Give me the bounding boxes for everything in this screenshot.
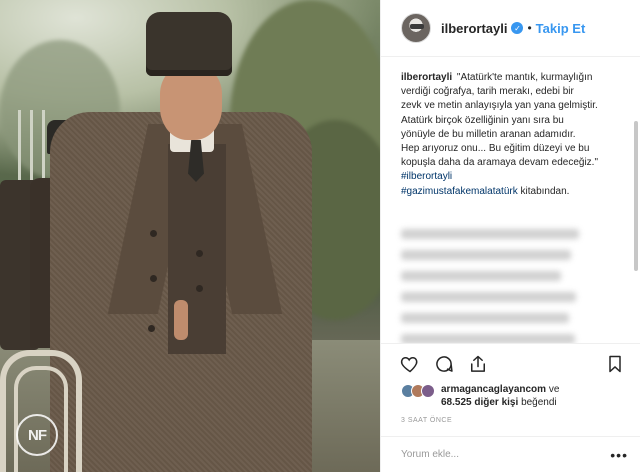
caption-username[interactable]: ilberortayli	[401, 72, 452, 83]
hashtag-link[interactable]: #gazimustafakemalatatürk	[401, 186, 518, 197]
caption-line: zevk ve metin anlayışıyla yan yana gelmi…	[401, 100, 598, 112]
caption-line: Atatürk birçok özelliğinin yanı sıra bu	[401, 114, 564, 126]
comment-box: •••	[381, 436, 640, 472]
comments-scrollbar[interactable]	[634, 121, 638, 271]
post-caption: ilberortayli "Atatürk'te mantık, kurmayl…	[401, 71, 624, 199]
likes-text: armagancaglayancom ve 68.525 diğer kişi …	[441, 383, 559, 409]
more-options-button[interactable]: •••	[610, 447, 628, 463]
likes-count[interactable]: 68.525 diğer kişi	[441, 397, 518, 408]
suit-button	[196, 285, 203, 292]
figure-hand	[174, 300, 188, 340]
hashtag-link[interactable]: #ilberortayli	[401, 170, 624, 184]
avatar	[421, 384, 435, 398]
avatar[interactable]	[401, 13, 431, 43]
share-icon	[471, 355, 485, 372]
share-button[interactable]	[467, 353, 489, 375]
post-side-panel: ilberortayli ✓ • Takip Et ilberortayli "…	[380, 0, 640, 472]
likes-conjunction: ve	[548, 384, 560, 395]
caption-line: verdiği coğrafya, tarih merakı, edebi bi…	[401, 86, 574, 98]
like-button[interactable]	[399, 353, 421, 375]
post-photo[interactable]: NF	[0, 0, 380, 472]
likes-summary: armagancaglayancom ve 68.525 diğer kişi …	[381, 383, 640, 409]
figure-face	[160, 66, 222, 140]
coat-button	[150, 230, 157, 237]
caption-suffix: kitabından.	[520, 185, 570, 197]
post-header: ilberortayli ✓ • Takip Et	[381, 0, 640, 57]
comments-section[interactable]: ilberortayli "Atatürk'te mantık, kurmayl…	[381, 57, 640, 343]
blurred-comment-line	[401, 249, 571, 260]
bookmark-icon	[609, 355, 621, 372]
instagram-post: NF ilberortayli ✓ • Takip Et ilberortayl…	[0, 0, 640, 472]
follow-button[interactable]: Takip Et	[536, 21, 586, 36]
header-username[interactable]: ilberortayli	[441, 21, 507, 36]
caption-line: "Atatürk'te mantık, kurmaylığın	[456, 72, 593, 83]
caption-line: kopuşla daha da aramaya devam edeceğiz."	[401, 157, 599, 169]
blurred-comment-line	[401, 333, 575, 343]
blurred-comment-line	[401, 291, 576, 302]
coat-button	[150, 275, 157, 282]
comment-icon	[436, 355, 453, 372]
comment-button[interactable]	[433, 353, 455, 375]
post-timestamp[interactable]: 3 SAAT ÖNCE	[381, 409, 640, 424]
caption-line: yönüyle de bu milletin aranan adamıdır.	[401, 128, 576, 140]
coat-button	[148, 325, 155, 332]
verified-check-icon: ✓	[511, 22, 524, 34]
blurred-comment-line	[401, 270, 561, 281]
save-button[interactable]	[604, 353, 626, 375]
blurred-comment-line	[401, 312, 569, 323]
blurred-comment-line	[401, 228, 579, 239]
caption-line: Hep arıyoruz onu... Bu eğitim düzeyi ve …	[401, 143, 590, 155]
liker-avatars[interactable]	[401, 384, 435, 398]
header-separator: •	[527, 21, 532, 35]
liker-username[interactable]: armagancaglayancom	[441, 384, 546, 395]
figure-kalpak-hat	[146, 12, 232, 76]
action-bar	[381, 343, 640, 383]
watermark-logo: NF	[16, 414, 58, 456]
comment-input[interactable]	[401, 449, 611, 460]
heart-icon	[400, 356, 418, 372]
likes-suffix: beğendi	[521, 397, 557, 408]
blurred-comments	[401, 228, 624, 343]
suit-button	[196, 250, 203, 257]
